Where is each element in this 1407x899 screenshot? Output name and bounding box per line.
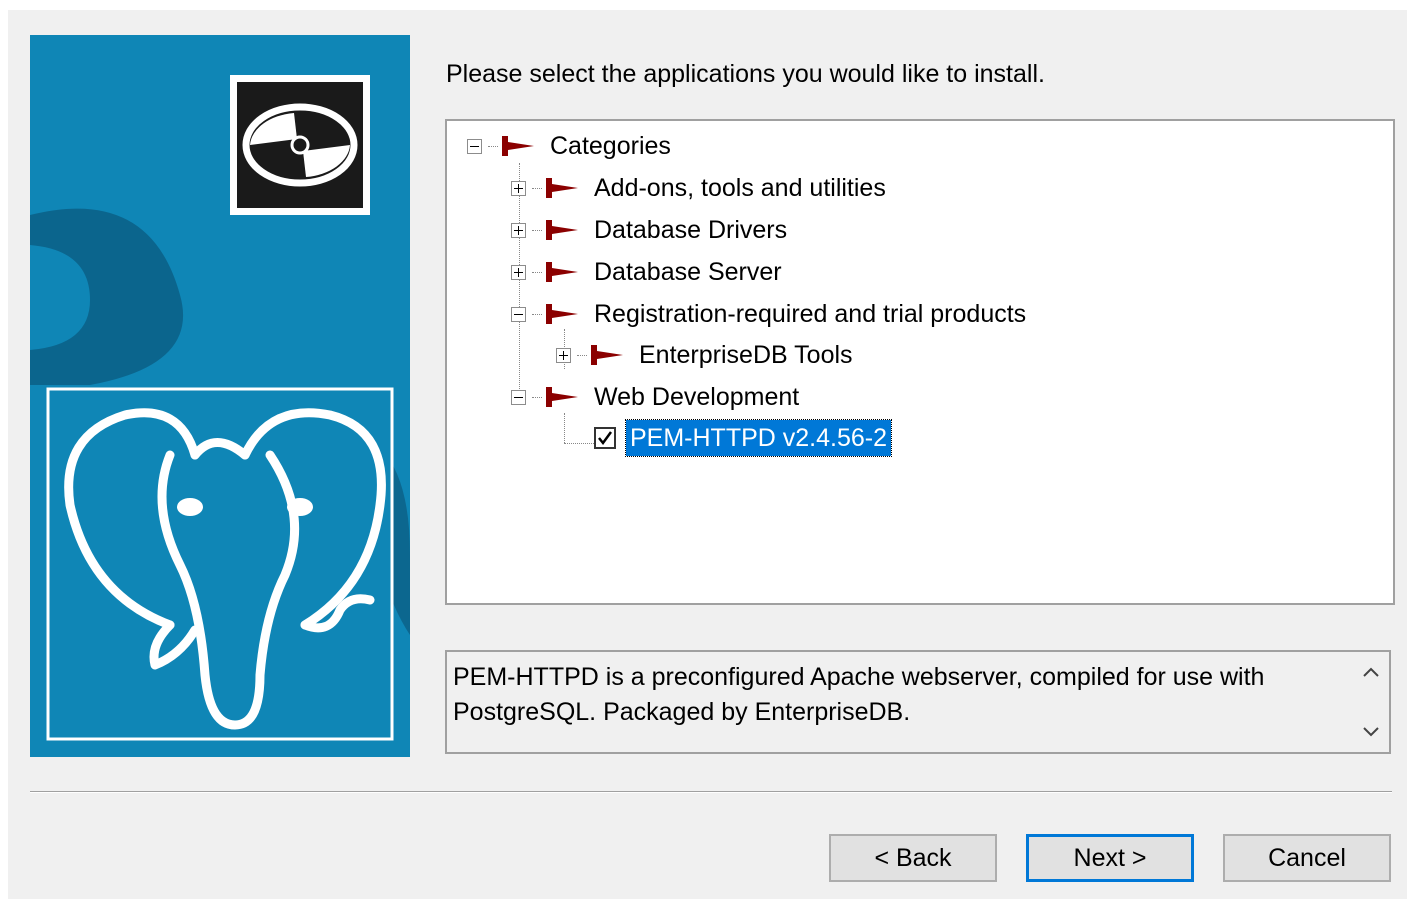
cancel-button[interactable]: Cancel bbox=[1223, 834, 1391, 882]
tree-node-label: Database Drivers bbox=[594, 215, 788, 244]
checkmark-icon bbox=[598, 431, 613, 446]
tree-node-label: Categories bbox=[550, 131, 671, 160]
expand-icon[interactable] bbox=[511, 180, 526, 196]
category-flag-icon bbox=[502, 136, 534, 156]
disc-icon bbox=[230, 75, 370, 215]
collapse-icon[interactable] bbox=[467, 138, 482, 154]
tree-node-registration-required[interactable]: Registration-required and trial products bbox=[511, 294, 1026, 334]
setup-dialog: Please select the applications you would… bbox=[8, 10, 1407, 899]
application-tree[interactable]: Categories Add-ons, tools and utilities … bbox=[445, 119, 1395, 605]
category-flag-icon bbox=[591, 345, 623, 365]
tree-node-web-development[interactable]: Web Development bbox=[511, 377, 799, 417]
category-flag-icon bbox=[546, 262, 578, 282]
category-flag-icon bbox=[546, 387, 578, 407]
expand-icon[interactable] bbox=[556, 347, 571, 363]
tree-node-pem-httpd[interactable]: PEM-HTTPD v2.4.56-2 bbox=[594, 418, 893, 458]
back-button[interactable]: < Back bbox=[829, 834, 997, 882]
expand-icon[interactable] bbox=[511, 222, 526, 238]
separator-line bbox=[30, 791, 1392, 793]
expand-icon[interactable] bbox=[511, 264, 526, 280]
chevron-down-icon[interactable] bbox=[1362, 726, 1380, 738]
description-box: PEM-HTTPD is a preconfigured Apache webs… bbox=[445, 650, 1391, 754]
collapse-icon[interactable] bbox=[511, 306, 526, 322]
tree-node-enterprisedb-tools[interactable]: EnterpriseDB Tools bbox=[556, 335, 853, 375]
description-text: PEM-HTTPD is a preconfigured Apache webs… bbox=[453, 663, 1265, 726]
tree-node-label: Database Server bbox=[594, 257, 782, 286]
category-flag-icon bbox=[546, 178, 578, 198]
tree-node-database-server[interactable]: Database Server bbox=[511, 252, 782, 292]
instruction-text: Please select the applications you would… bbox=[446, 60, 1045, 88]
next-button[interactable]: Next > bbox=[1026, 834, 1194, 882]
tree-node-label-selected[interactable]: PEM-HTTPD v2.4.56-2 bbox=[624, 419, 893, 457]
tree-node-label: Add-ons, tools and utilities bbox=[594, 173, 886, 202]
installer-banner bbox=[30, 35, 410, 757]
category-flag-icon bbox=[546, 220, 578, 240]
tree-node-categories[interactable]: Categories bbox=[467, 126, 671, 166]
tree-node-label: Registration-required and trial products bbox=[594, 299, 1027, 328]
tree-node-addons[interactable]: Add-ons, tools and utilities bbox=[511, 168, 886, 208]
pem-httpd-checkbox[interactable] bbox=[594, 427, 616, 449]
tree-node-label: Web Development bbox=[594, 382, 800, 411]
tree-node-label: EnterpriseDB Tools bbox=[639, 340, 853, 369]
category-flag-icon bbox=[546, 304, 578, 324]
collapse-icon[interactable] bbox=[511, 389, 526, 405]
description-scrollbar[interactable] bbox=[1353, 652, 1389, 752]
chevron-up-icon[interactable] bbox=[1362, 666, 1380, 678]
postgresql-elephant-logo bbox=[46, 387, 394, 741]
tree-node-database-drivers[interactable]: Database Drivers bbox=[511, 210, 787, 250]
